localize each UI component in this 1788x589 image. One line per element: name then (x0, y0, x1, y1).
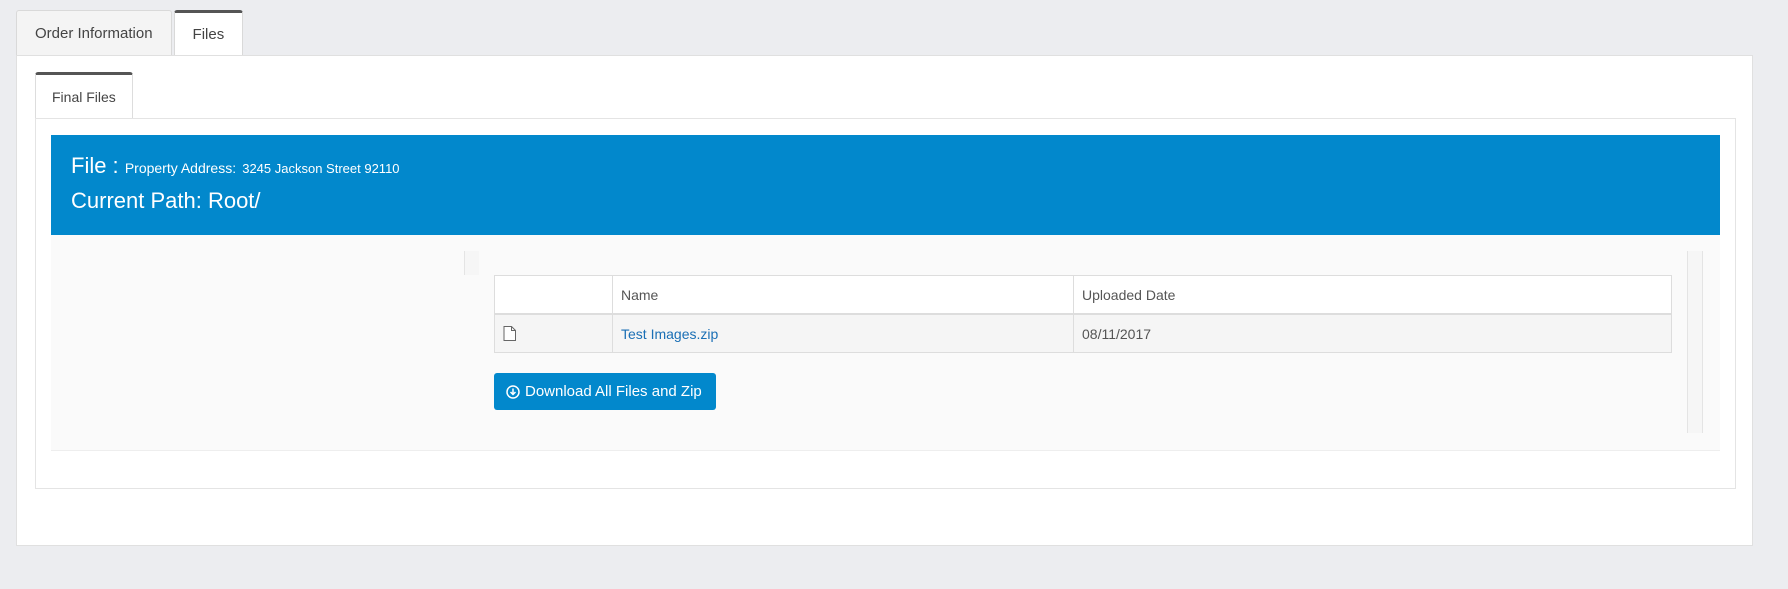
tab-files[interactable]: Files (173, 10, 244, 56)
final-files-content: File : Property Address: 3245 Jackson St… (35, 118, 1736, 489)
file-title: File : Property Address: 3245 Jackson St… (71, 153, 1700, 182)
column-header-name: Name (612, 275, 1074, 315)
folder-tree-pane-edge[interactable] (464, 251, 479, 275)
file-browser: Name Uploaded Date Test Images.zip 08/11… (51, 235, 1720, 451)
property-label: Property Address: (124, 160, 237, 176)
download-circle-icon (506, 384, 520, 399)
table-header-row: Name Uploaded Date (494, 275, 1672, 315)
scrollbar[interactable] (1687, 251, 1703, 433)
column-header-uploaded-date: Uploaded Date (1073, 275, 1672, 315)
files-panel: Final Files File : Property Address: 324… (16, 55, 1753, 546)
column-header-icon (494, 275, 613, 315)
files-table: Name Uploaded Date Test Images.zip 08/11… (494, 275, 1672, 353)
file-icon (503, 326, 604, 341)
file-name-link[interactable]: Test Images.zip (621, 326, 718, 342)
file-prefix: File : (71, 153, 119, 178)
tab-final-files[interactable]: Final Files (35, 72, 133, 118)
inner-tabs: Final Files (35, 72, 133, 118)
current-path: Current Path: Root/ (71, 188, 261, 213)
download-all-button[interactable]: Download All Files and Zip (494, 373, 716, 410)
file-name-cell: Test Images.zip (612, 313, 1074, 353)
final-files-box: Final Files File : Property Address: 324… (35, 72, 1736, 489)
uploaded-date-cell: 08/11/2017 (1073, 313, 1672, 353)
tab-order-information[interactable]: Order Information (16, 10, 172, 55)
download-all-label: Download All Files and Zip (525, 383, 702, 400)
main-tabs: Order Information Files (16, 10, 245, 56)
file-type-cell (494, 313, 613, 353)
table-row[interactable]: Test Images.zip 08/11/2017 (494, 313, 1672, 353)
file-header: File : Property Address: 3245 Jackson St… (51, 135, 1720, 235)
property-value: 3245 Jackson Street 92110 (242, 161, 400, 176)
